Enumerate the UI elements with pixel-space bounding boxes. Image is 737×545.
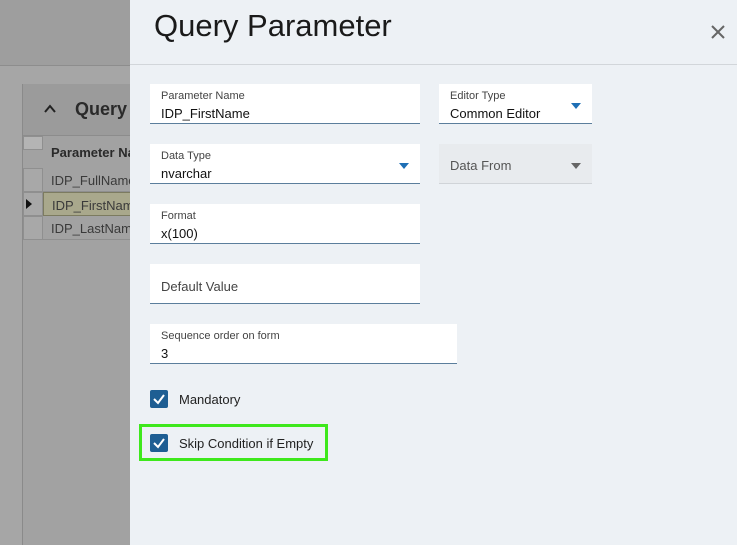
sequence-order-field[interactable]: Sequence order on form 3 bbox=[150, 324, 457, 364]
data-from-placeholder: Data From bbox=[450, 158, 512, 173]
row-indicator bbox=[23, 168, 43, 192]
close-button[interactable] bbox=[708, 22, 728, 42]
parameter-name-field[interactable]: Parameter Name IDP_FirstName bbox=[150, 84, 420, 124]
chevron-down-icon bbox=[399, 163, 409, 169]
mandatory-label: Mandatory bbox=[179, 391, 241, 407]
data-type-value: nvarchar bbox=[161, 166, 212, 181]
editor-type-dropdown[interactable]: Editor Type Common Editor bbox=[439, 84, 592, 124]
parameter-name-value: IDP_FirstName bbox=[161, 106, 250, 121]
format-label: Format bbox=[161, 210, 196, 222]
format-value: x(100) bbox=[161, 226, 198, 241]
data-type-label: Data Type bbox=[161, 150, 211, 162]
checkmark-icon bbox=[153, 394, 165, 405]
mandatory-checkbox[interactable] bbox=[150, 390, 168, 408]
dialog-header: Query Parameter bbox=[130, 0, 737, 65]
sequence-order-label: Sequence order on form bbox=[161, 330, 280, 342]
parameter-name-label: Parameter Name bbox=[161, 90, 245, 102]
format-field[interactable]: Format x(100) bbox=[150, 204, 420, 244]
query-parameter-dialog: Query Parameter Parameter Name IDP_First… bbox=[130, 0, 737, 545]
chevron-up-icon[interactable] bbox=[43, 102, 57, 116]
row-indicator bbox=[23, 216, 43, 240]
data-from-dropdown[interactable]: Data From bbox=[439, 144, 592, 184]
default-value-placeholder: Default Value bbox=[161, 279, 239, 294]
sequence-order-value: 3 bbox=[161, 346, 169, 361]
dialog-title: Query Parameter bbox=[154, 8, 392, 43]
row-indicator bbox=[23, 192, 43, 216]
table-corner bbox=[23, 136, 43, 150]
editor-type-value: Common Editor bbox=[450, 106, 541, 121]
mandatory-checkbox-row[interactable]: Mandatory bbox=[150, 387, 240, 411]
data-type-dropdown[interactable]: Data Type nvarchar bbox=[150, 144, 420, 184]
default-value-field[interactable]: Default Value bbox=[150, 264, 420, 304]
editor-type-label: Editor Type bbox=[450, 90, 506, 102]
highlight-box bbox=[139, 424, 328, 461]
chevron-down-icon bbox=[571, 103, 581, 109]
close-icon bbox=[711, 25, 725, 39]
chevron-down-icon bbox=[571, 163, 581, 169]
